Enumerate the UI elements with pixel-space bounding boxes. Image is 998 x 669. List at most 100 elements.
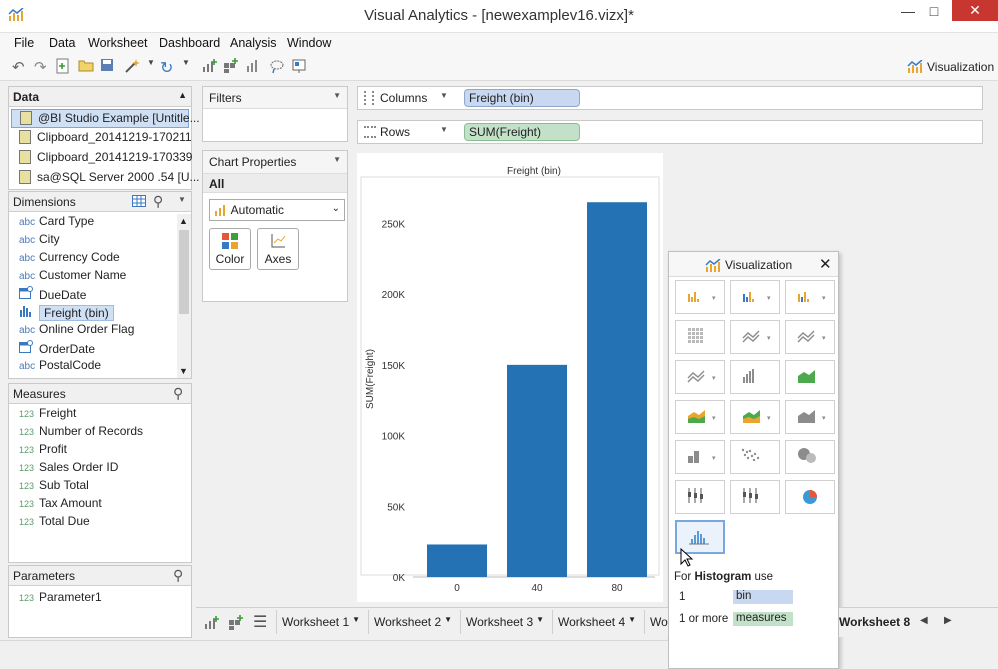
chevron-down-icon[interactable]: ▼	[333, 155, 341, 164]
columns-shelf[interactable]: Columns ▼ Freight (bin)	[357, 86, 983, 110]
measure-item[interactable]: 123 Sub Total	[9, 478, 89, 496]
bar-80[interactable]	[587, 202, 647, 577]
measure-item[interactable]: 123 Total Due	[9, 514, 90, 532]
scroll-down-icon[interactable]: ▼	[179, 366, 188, 376]
chevron-down-icon[interactable]: ▼	[352, 615, 360, 624]
tab-worksheet-8[interactable]: Worksheet 8	[839, 610, 915, 634]
chart-type-bars[interactable]: ▾	[675, 280, 725, 314]
search-icon[interactable]: ⚲	[173, 567, 183, 584]
chart-type-bars3[interactable]: ▾	[785, 280, 835, 314]
chart-type-bars2[interactable]: ▾	[730, 280, 780, 314]
chart-type-bars4[interactable]	[730, 360, 780, 394]
tab-worksheet-1[interactable]: Worksheet 1 ▼	[276, 610, 366, 634]
tab-list-icon[interactable]: ☰	[253, 612, 267, 632]
chart-type-area2[interactable]: ▾	[675, 400, 725, 434]
new-dashboard-icon[interactable]	[223, 58, 241, 76]
dimension-item[interactable]: OrderDate	[9, 340, 95, 358]
tab-next-icon[interactable]: ▶	[944, 615, 952, 626]
new-dashboard-tab-icon[interactable]	[228, 615, 244, 634]
chevron-down-icon[interactable]: ▼	[440, 91, 448, 100]
chevron-down-icon[interactable]: ▼	[444, 615, 452, 624]
data-source-item[interactable]: @BI Studio Example [Untitle...	[11, 109, 200, 128]
bar-0[interactable]	[427, 544, 487, 577]
dimension-item[interactable]: abc Card Type	[9, 214, 94, 232]
menu-window[interactable]: Window	[287, 36, 331, 50]
grid-view-icon[interactable]	[132, 195, 146, 210]
measure-item[interactable]: 123 Freight	[9, 406, 76, 424]
rows-pill[interactable]: SUM(Freight)	[464, 123, 580, 141]
columns-pill[interactable]: Freight (bin)	[464, 89, 580, 107]
undo-icon[interactable]: ↶	[12, 58, 30, 76]
lasso-icon[interactable]	[269, 58, 287, 76]
menu-dashboard[interactable]: Dashboard	[159, 36, 220, 50]
measure-item[interactable]: 123 Sales Order ID	[9, 460, 118, 478]
dimension-item[interactable]: abc PostalCode	[9, 358, 101, 376]
chevron-down-icon[interactable]: ▼	[178, 195, 186, 204]
dimension-item[interactable]: abc City	[9, 232, 60, 250]
wand-icon[interactable]	[124, 58, 142, 76]
chart-type-box2[interactable]	[730, 480, 780, 514]
chart-type-bubbles[interactable]	[785, 440, 835, 474]
chart-type-pie[interactable]	[785, 480, 835, 514]
tab-worksheet-2[interactable]: Worksheet 2 ▼	[368, 610, 458, 634]
dimension-item[interactable]: abc Customer Name	[9, 268, 126, 286]
maximize-button[interactable]: □	[920, 0, 948, 22]
close-icon[interactable]: ✕	[819, 255, 832, 273]
chart-type-area3[interactable]: ▾	[730, 400, 780, 434]
chart-type-area[interactable]	[785, 360, 835, 394]
dimension-item[interactable]: DueDate	[9, 286, 86, 304]
menu-file[interactable]: File	[14, 36, 34, 50]
chart-type-bars5[interactable]: ▾	[675, 440, 725, 474]
open-icon[interactable]	[78, 58, 96, 76]
present-icon[interactable]	[291, 58, 309, 76]
tab-worksheet-partial[interactable]: Wor	[644, 610, 668, 634]
chart-type-lines2[interactable]: ▾	[785, 320, 835, 354]
new-worksheet-tab-icon[interactable]	[203, 615, 219, 634]
scroll-up-icon[interactable]: ▲	[179, 216, 188, 226]
mark-type-select[interactable]: Automatic ⌄	[209, 199, 345, 221]
menu-worksheet[interactable]: Worksheet	[88, 36, 148, 50]
data-source-item[interactable]: Clipboard_20141219-170339	[9, 150, 192, 168]
sort-icon[interactable]: ▲	[178, 90, 187, 100]
chart-type-lines[interactable]: ▾	[730, 320, 780, 354]
color-button[interactable]: Color	[209, 228, 251, 270]
chevron-down-icon[interactable]: ▼	[628, 615, 636, 624]
chart-icon[interactable]	[245, 58, 263, 76]
new-worksheet-icon[interactable]	[201, 58, 219, 76]
chart-type-table[interactable]	[675, 320, 725, 354]
refresh-icon[interactable]: ↻	[160, 58, 178, 77]
tab-prev-icon[interactable]: ◀	[920, 615, 928, 626]
chevron-down-icon[interactable]: ▼	[333, 91, 341, 100]
measure-item[interactable]: 123 Profit	[9, 442, 67, 460]
dimension-item[interactable]: abc Online Order Flag	[9, 322, 134, 340]
redo-icon[interactable]: ↷	[34, 58, 52, 76]
dimension-item[interactable]: abc Currency Code	[9, 250, 120, 268]
parameter-item[interactable]: 123 Parameter1	[9, 590, 102, 608]
scrollbar[interactable]: ▲ ▼	[177, 214, 191, 378]
scroll-thumb[interactable]	[179, 230, 189, 314]
save-icon[interactable]	[100, 58, 118, 76]
chevron-down-icon[interactable]: ▼	[182, 58, 200, 76]
menu-analysis[interactable]: Analysis	[230, 36, 277, 50]
chart-type-box[interactable]	[675, 480, 725, 514]
tab-worksheet-3[interactable]: Worksheet 3 ▼	[460, 610, 550, 634]
visualization-icon[interactable]	[907, 59, 925, 77]
data-source-item[interactable]: sa@SQL Server 2000 .54 [U...	[9, 170, 199, 188]
dimension-item[interactable]: Freight (bin)	[9, 304, 114, 322]
data-source-item[interactable]: Clipboard_20141219-170211	[9, 130, 192, 148]
minimize-button[interactable]: —	[894, 0, 922, 22]
chevron-down-icon[interactable]: ▼	[440, 125, 448, 134]
chart-type-area4[interactable]: ▾	[785, 400, 835, 434]
measure-item[interactable]: 123 Tax Amount	[9, 496, 102, 514]
search-icon[interactable]: ⚲	[153, 193, 163, 210]
visualization-toggle[interactable]: Visualization	[927, 60, 994, 74]
axes-button[interactable]: Axes	[257, 228, 299, 270]
close-button[interactable]: ✕	[952, 0, 998, 21]
measure-item[interactable]: 123 Number of Records	[9, 424, 143, 442]
rows-shelf[interactable]: Rows ▼ SUM(Freight)	[357, 120, 983, 144]
new-icon[interactable]	[56, 58, 74, 76]
properties-scope[interactable]: All	[203, 173, 347, 193]
bar-40[interactable]	[507, 364, 567, 577]
chart-type-dots[interactable]	[730, 440, 780, 474]
menu-data[interactable]: Data	[49, 36, 75, 50]
